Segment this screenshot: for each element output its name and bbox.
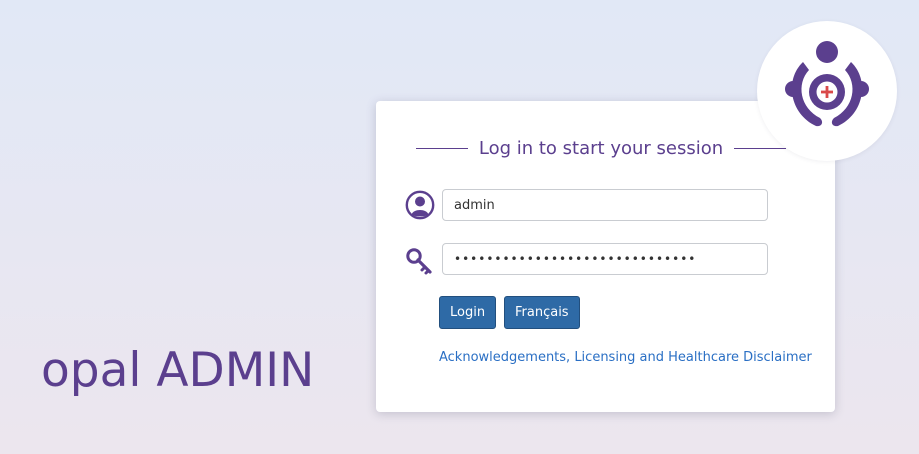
logo-badge <box>757 21 897 161</box>
brand-title: opal ADMIN <box>41 343 315 398</box>
language-button[interactable]: Français <box>504 296 580 329</box>
heading-divider-right <box>734 147 787 149</box>
username-field[interactable] <box>442 189 768 221</box>
login-heading-text: Log in to start your session <box>478 137 724 159</box>
login-button[interactable]: Login <box>439 296 497 329</box>
login-heading: Log in to start your session <box>416 135 787 161</box>
login-card: Log in to start your session Login Franç… <box>376 101 835 412</box>
password-field[interactable] <box>442 243 768 275</box>
user-icon <box>405 190 435 224</box>
key-icon <box>405 246 435 280</box>
disclaimer-link[interactable]: Acknowledgements, Licensing and Healthca… <box>439 350 812 365</box>
heading-divider-left <box>416 147 468 149</box>
